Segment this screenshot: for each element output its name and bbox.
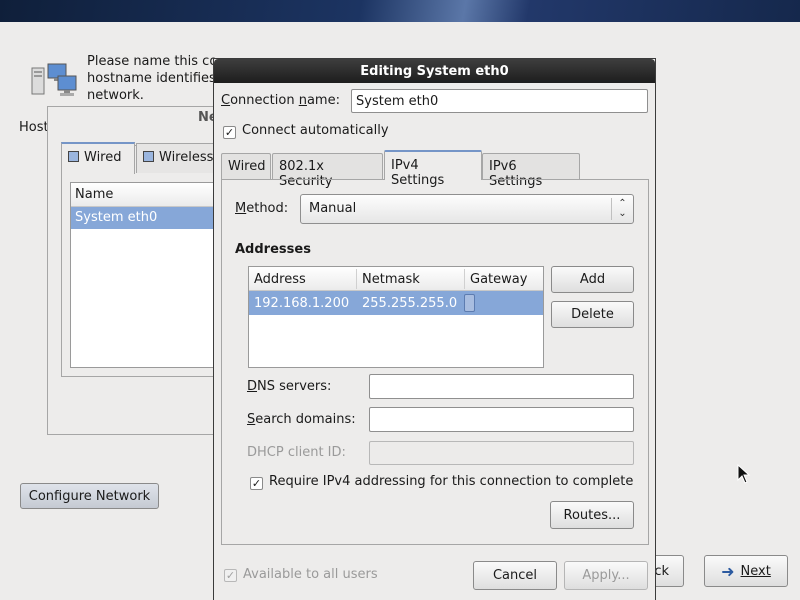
wired-tab-icon: [68, 151, 79, 162]
dns-servers-input[interactable]: [369, 374, 634, 399]
next-button-label: Next: [740, 563, 771, 579]
add-address-button[interactable]: Add: [551, 266, 634, 293]
dhcp-client-id-input: [369, 441, 634, 465]
addresses-table-header: Address Netmask Gateway: [249, 267, 543, 291]
intro-text: Please name this co hostname identifies …: [87, 53, 227, 104]
network-computers-icon: [31, 63, 77, 96]
col-header-address[interactable]: Address: [254, 272, 306, 287]
apply-button-label: Apply...: [582, 568, 630, 583]
apply-button: Apply...: [564, 561, 648, 590]
dialog-title[interactable]: Editing System eth0: [214, 59, 655, 83]
search-domains-label: Search domains:: [247, 412, 356, 427]
add-button-label: Add: [579, 272, 606, 287]
require-ipv4-label: Require IPv4 addressing for this connect…: [269, 474, 634, 489]
tab-ipv4-settings[interactable]: IPv4 Settings: [384, 150, 482, 188]
dhcp-client-id-label: DHCP client ID:: [247, 445, 346, 460]
list-item[interactable]: System eth0: [71, 207, 219, 229]
tab-ipv6-settings[interactable]: IPv6 Settings: [482, 153, 580, 189]
next-button[interactable]: ➜ Next: [704, 555, 788, 587]
table-row[interactable]: 192.168.1.200 255.255.255.0: [249, 291, 543, 315]
bg-tab-wireless-label: Wireless: [159, 150, 214, 165]
gateway-cell-editor[interactable]: [464, 294, 475, 312]
intro-line-1: Please name this co: [87, 54, 218, 69]
cell-netmask[interactable]: 255.255.255.0: [362, 296, 457, 311]
bg-tab-wired[interactable]: Wired: [61, 142, 135, 174]
tab-wired[interactable]: Wired: [221, 153, 271, 179]
addresses-table[interactable]: Address Netmask Gateway 192.168.1.200 25…: [248, 266, 544, 368]
available-to-all-users-label: Available to all users: [243, 567, 378, 582]
tab-802-1x-security[interactable]: 802.1x Security: [272, 153, 383, 189]
intro-line-2: hostname identifies: [87, 71, 216, 86]
cancel-button-label: Cancel: [492, 568, 538, 583]
wireless-tab-icon: [143, 151, 154, 162]
search-domains-input[interactable]: [369, 407, 634, 432]
connect-automatically-checkbox[interactable]: ✓: [223, 126, 236, 139]
delete-address-button[interactable]: Delete: [551, 301, 634, 328]
cancel-button[interactable]: Cancel: [473, 561, 557, 590]
top-banner: [0, 0, 800, 22]
list-header-name[interactable]: Name: [71, 183, 219, 207]
dns-servers-label: DNS servers:: [247, 379, 332, 394]
routes-button-label: Routes...: [563, 507, 621, 523]
require-ipv4-checkbox[interactable]: ✓: [250, 477, 263, 490]
connect-automatically-label: Connect automatically: [242, 123, 389, 138]
back-button-label: ck: [654, 563, 669, 579]
connection-name-label: Connection name:: [221, 93, 340, 108]
updown-chevron-icon: ⌃ ⌄: [611, 198, 633, 220]
col-header-netmask[interactable]: Netmask: [362, 272, 420, 287]
bg-tab-wired-label: Wired: [84, 150, 122, 165]
column-separator: [356, 269, 357, 289]
delete-button-label: Delete: [571, 307, 614, 322]
mouse-cursor-icon: [737, 464, 751, 484]
method-select[interactable]: Manual ⌃ ⌄: [300, 194, 634, 224]
intro-line-3: network.: [87, 88, 144, 103]
cell-address[interactable]: 192.168.1.200: [254, 296, 349, 311]
bg-tab-wireless[interactable]: Wireless: [136, 143, 225, 173]
method-select-value: Manual: [309, 201, 357, 216]
col-header-gateway[interactable]: Gateway: [470, 272, 527, 287]
connection-name-input[interactable]: [351, 89, 648, 113]
arrow-right-icon: ➜: [721, 561, 735, 581]
available-to-all-users-checkbox: ✓: [224, 569, 237, 582]
editing-connection-dialog: Editing System eth0 Connection name: ✓ C…: [213, 58, 656, 600]
configure-network-button[interactable]: Configure Network: [20, 483, 159, 509]
addresses-heading: Addresses: [235, 242, 311, 257]
routes-button[interactable]: Routes...: [550, 501, 634, 529]
connections-list[interactable]: Name System eth0: [70, 182, 220, 368]
hostname-label: Host: [19, 120, 49, 135]
method-label: Method:: [235, 201, 289, 216]
column-separator: [464, 269, 465, 289]
